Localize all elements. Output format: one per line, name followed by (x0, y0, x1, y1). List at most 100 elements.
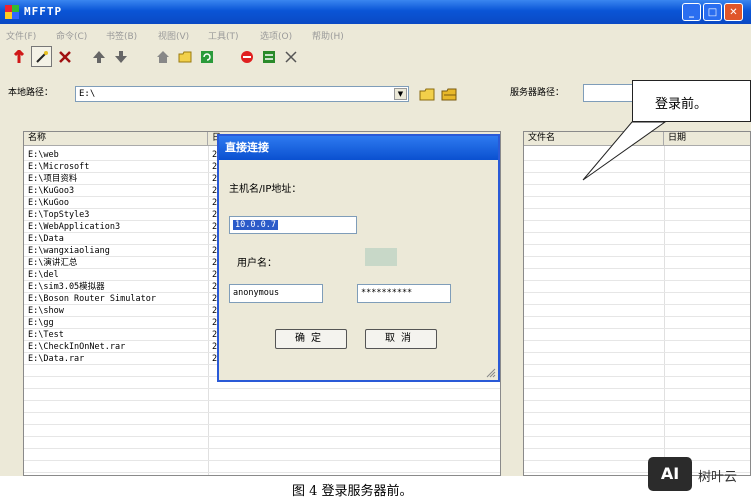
home-icon (156, 50, 169, 63)
grid-line (24, 436, 500, 437)
watermark: AI 树叶云 (648, 457, 751, 491)
column-header-filename[interactable]: 文件名 (524, 132, 664, 146)
callout-text: 登录前。 (655, 97, 708, 112)
folder-icon (419, 88, 434, 101)
watermark-text: 树叶云 (698, 470, 738, 485)
ok-button[interactable]: 确定 (275, 329, 347, 349)
grid-line (524, 376, 750, 377)
transfer-icon (262, 50, 275, 63)
local-newfolder-button[interactable] (440, 86, 457, 102)
cancel-icon (284, 50, 297, 63)
resize-grip-icon[interactable] (486, 368, 496, 378)
grid-line (524, 448, 750, 449)
grid-line (524, 328, 750, 329)
grid-line (24, 400, 500, 401)
grid-line (524, 244, 750, 245)
menu-view[interactable]: 视图(V) (158, 29, 189, 42)
menu-tools[interactable]: 工具(T) (208, 29, 239, 42)
host-input[interactable]: 10.0.0.7 (229, 216, 357, 234)
grid-line (524, 220, 750, 221)
direct-connect-dialog: 直接连接 主机名/IP地址： 10.0.0.7 用户名： anonymous *… (217, 134, 500, 382)
local-path-combo[interactable]: E:\ ▼ (75, 86, 409, 102)
minimize-button[interactable]: _ (682, 3, 701, 21)
dialog-title: 直接连接 (219, 136, 498, 160)
refresh-button[interactable] (196, 46, 217, 67)
column-header-date[interactable]: 日期 (664, 132, 750, 146)
user-placeholder-box (365, 248, 397, 266)
grid-line (24, 448, 500, 449)
local-path-value: E:\ (79, 89, 96, 99)
open-folder-button[interactable] (174, 46, 195, 67)
server-path-label: 服务器路径： (510, 88, 565, 98)
connect-icon (13, 49, 24, 63)
chevron-down-icon[interactable]: ▼ (394, 88, 407, 100)
download-icon (114, 50, 127, 63)
grid-line (24, 472, 500, 473)
cancel-button[interactable]: 取消 (365, 329, 437, 349)
maximize-button[interactable]: □ (703, 3, 722, 21)
column-header-name[interactable]: 名称 (24, 132, 208, 146)
app-icon (5, 5, 19, 19)
transfer-button[interactable] (258, 46, 279, 67)
callout-box: 登录前。 (632, 80, 751, 122)
close-button[interactable]: ✕ (724, 3, 743, 21)
quick-connect-button[interactable] (31, 46, 52, 67)
menu-file[interactable]: 文件(F) (6, 29, 36, 42)
grid-line (524, 232, 750, 233)
grid-line (524, 424, 750, 425)
grid-line (524, 304, 750, 305)
grid-line (524, 436, 750, 437)
grid-line (524, 400, 750, 401)
cancel-transfer-button[interactable] (280, 46, 301, 67)
connect-button[interactable] (8, 46, 29, 67)
grid-line (24, 460, 500, 461)
username-input[interactable]: anonymous (229, 284, 323, 303)
menu-help[interactable]: 帮助(H) (312, 29, 344, 42)
menu-bookmarks[interactable]: 书签(B) (106, 29, 137, 42)
download-button[interactable] (110, 46, 131, 67)
upload-icon (92, 50, 105, 63)
menu-bar: 文件(F) 命令(C) 书签(B) 视图(V) 工具(T) 选项(O) 帮助(H… (0, 27, 751, 43)
grid-line (524, 172, 750, 173)
refresh-icon (200, 50, 213, 63)
grid-line (524, 364, 750, 365)
window-title: MFFTP (24, 5, 63, 18)
disconnect-icon (58, 50, 71, 63)
folder-open-icon (441, 88, 456, 101)
menu-options[interactable]: 选项(O) (260, 29, 292, 42)
grid-line (524, 352, 750, 353)
app-window: MFFTP _ □ ✕ 文件(F) 命令(C) 书签(B) 视图(V) 工具(T… (0, 0, 751, 476)
grid-line (524, 256, 750, 257)
grid-line (24, 412, 500, 413)
server-file-list: 文件名 日期 (523, 131, 751, 476)
host-value: 10.0.0.7 (233, 220, 278, 230)
quick-connect-icon (35, 50, 48, 63)
title-bar: MFFTP _ □ ✕ (0, 0, 751, 24)
home-button[interactable] (152, 46, 173, 67)
grid-line (524, 160, 750, 161)
grid-line (524, 208, 750, 209)
folder-icon (178, 51, 191, 62)
grid-line (524, 280, 750, 281)
host-label: 主机名/IP地址： (229, 184, 302, 195)
toolbar (6, 46, 406, 70)
local-path-label: 本地路径： (8, 88, 54, 98)
watermark-logo: AI (648, 457, 692, 491)
grid-line (24, 388, 500, 389)
grid-line (524, 268, 750, 269)
grid-line (24, 424, 500, 425)
grid-line (524, 340, 750, 341)
password-input[interactable]: ********** (357, 284, 451, 303)
figure-caption: 图 4 登录服务器前。 (292, 484, 413, 499)
disconnect-button[interactable] (54, 46, 75, 67)
menu-command[interactable]: 命令(C) (56, 29, 87, 42)
grid-line (524, 388, 750, 389)
stop-icon (240, 50, 253, 63)
grid-line (524, 196, 750, 197)
grid-line (524, 292, 750, 293)
upload-button[interactable] (88, 46, 109, 67)
stop-button[interactable] (236, 46, 257, 67)
user-label: 用户名： (237, 258, 277, 269)
grid-line (524, 412, 750, 413)
local-browse-button[interactable] (418, 86, 435, 102)
